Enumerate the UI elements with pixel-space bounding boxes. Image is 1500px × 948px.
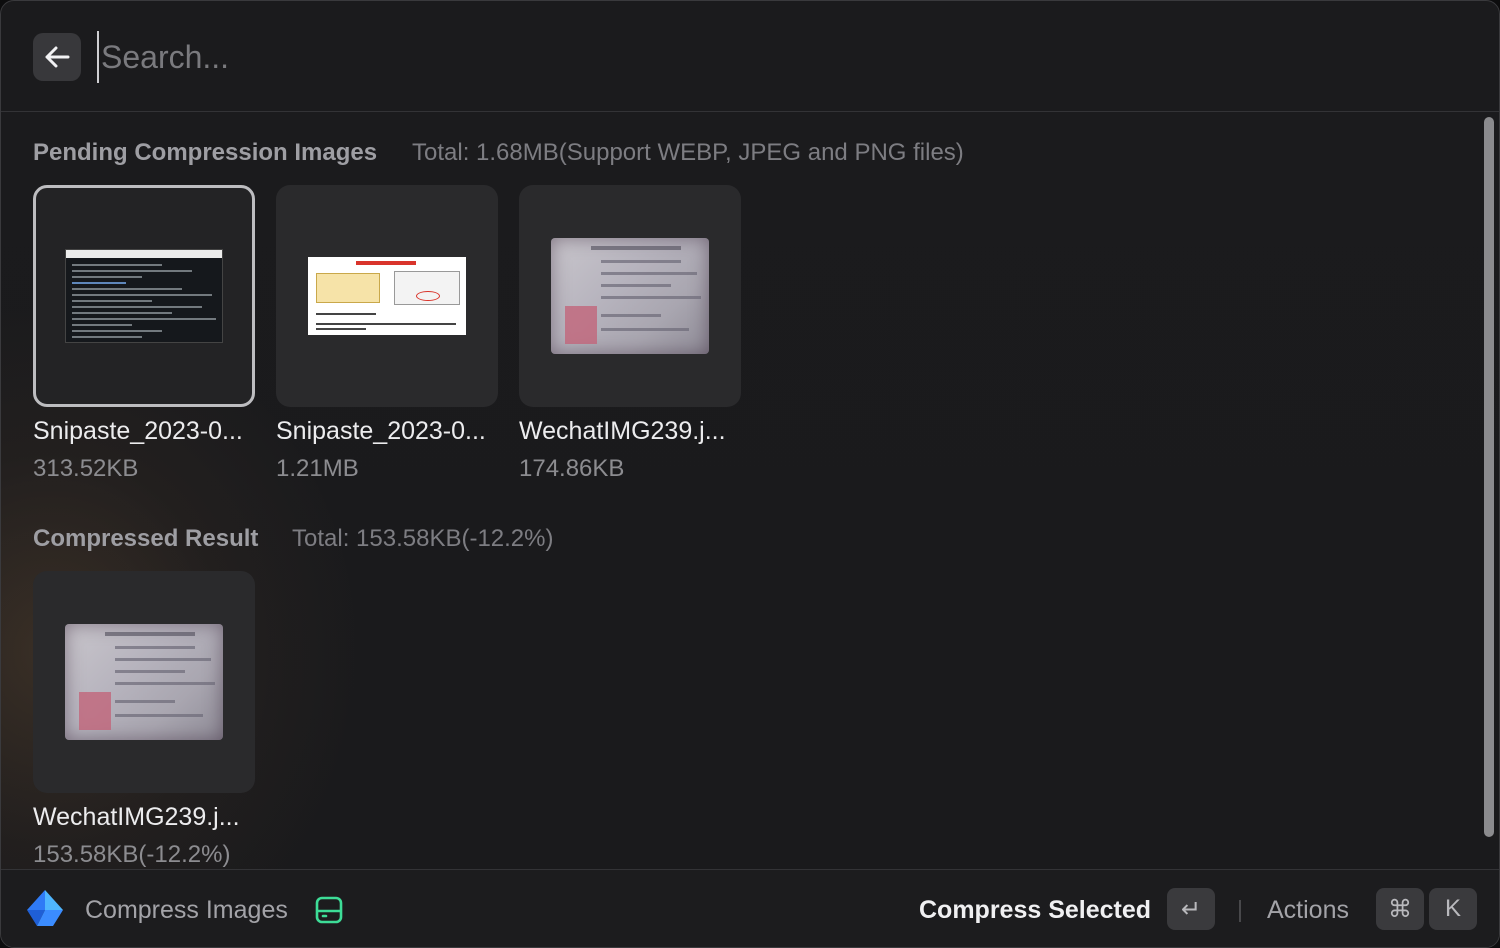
tile-filesize: 1.21MB [276, 455, 359, 482]
scrollbar-thumb[interactable] [1484, 117, 1494, 837]
app-logo-icon [27, 890, 63, 926]
pending-section-title: Pending Compression Images [33, 139, 378, 166]
search-input[interactable] [97, 31, 897, 83]
tile-filename: WechatIMG239.j... [519, 417, 726, 445]
compress-selected-button[interactable]: Compress Selected [919, 896, 1151, 925]
tile-filename: WechatIMG239.j... [33, 803, 240, 831]
enter-key-hint[interactable]: ↵ [1167, 888, 1215, 930]
tile-filesize: 153.58KB(-12.2%) [33, 841, 231, 868]
image-tile-pending-3[interactable] [519, 185, 741, 407]
image-tile-pending-2[interactable] [276, 185, 498, 407]
footer-divider [1239, 900, 1241, 922]
compressed-section-total: Total: 153.58KB(-12.2%) [292, 525, 554, 552]
actions-button[interactable]: Actions [1267, 896, 1349, 925]
tile-filename: Snipaste_2023-0... [33, 417, 243, 445]
app-window: Pending Compression Images Total: 1.68MB… [0, 0, 1500, 948]
thumbnail-image [551, 238, 709, 354]
storage-drive-icon [315, 896, 343, 924]
thumbnail-image [65, 249, 223, 343]
tile-filesize: 174.86KB [519, 455, 625, 482]
k-key-hint[interactable]: K [1429, 888, 1477, 930]
thumbnail-image [65, 624, 223, 740]
command-title: Compress Images [85, 896, 288, 924]
pending-section-total: Total: 1.68MB(Support WEBP, JPEG and PNG… [412, 139, 964, 166]
tile-filesize: 313.52KB [33, 455, 139, 482]
results-list: Pending Compression Images Total: 1.68MB… [1, 113, 1479, 869]
back-button[interactable] [33, 33, 81, 81]
cmd-key-hint[interactable]: ⌘ [1376, 888, 1424, 930]
compressed-section-title: Compressed Result [33, 525, 259, 552]
image-tile-pending-1[interactable] [33, 185, 255, 407]
search-header [1, 1, 1499, 112]
scrollbar[interactable] [1482, 117, 1496, 837]
arrow-left-icon [45, 46, 70, 68]
image-tile-compressed-1[interactable] [33, 571, 255, 793]
tile-filename: Snipaste_2023-0... [276, 417, 486, 445]
thumbnail-image [308, 257, 466, 335]
action-bar: Compress Images Compress Selected ↵ Acti… [1, 869, 1499, 947]
